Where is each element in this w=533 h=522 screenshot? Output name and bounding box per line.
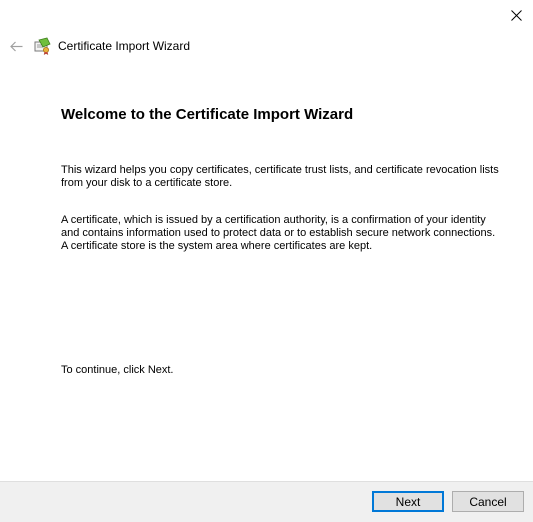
wizard-header: Certificate Import Wizard xyxy=(8,36,190,56)
close-button[interactable] xyxy=(505,4,527,26)
close-icon xyxy=(510,9,522,21)
certificate-icon xyxy=(34,37,52,55)
window-title: Certificate Import Wizard xyxy=(58,39,191,53)
description-paragraph: A certificate, which is issued by a cert… xyxy=(61,214,496,252)
back-button[interactable] xyxy=(8,38,24,54)
back-arrow-icon xyxy=(9,41,22,51)
continue-instruction: To continue, click Next. xyxy=(61,364,174,376)
next-button[interactable]: Next xyxy=(372,491,444,512)
intro-paragraph: This wizard helps you copy certificates,… xyxy=(61,164,499,189)
cancel-button[interactable]: Cancel xyxy=(452,491,524,512)
certificate-import-wizard-window: Certificate Import Wizard Welcome to the… xyxy=(0,0,533,522)
page-title: Welcome to the Certificate Import Wizard xyxy=(61,106,354,123)
button-bar: Next Cancel xyxy=(0,481,533,522)
